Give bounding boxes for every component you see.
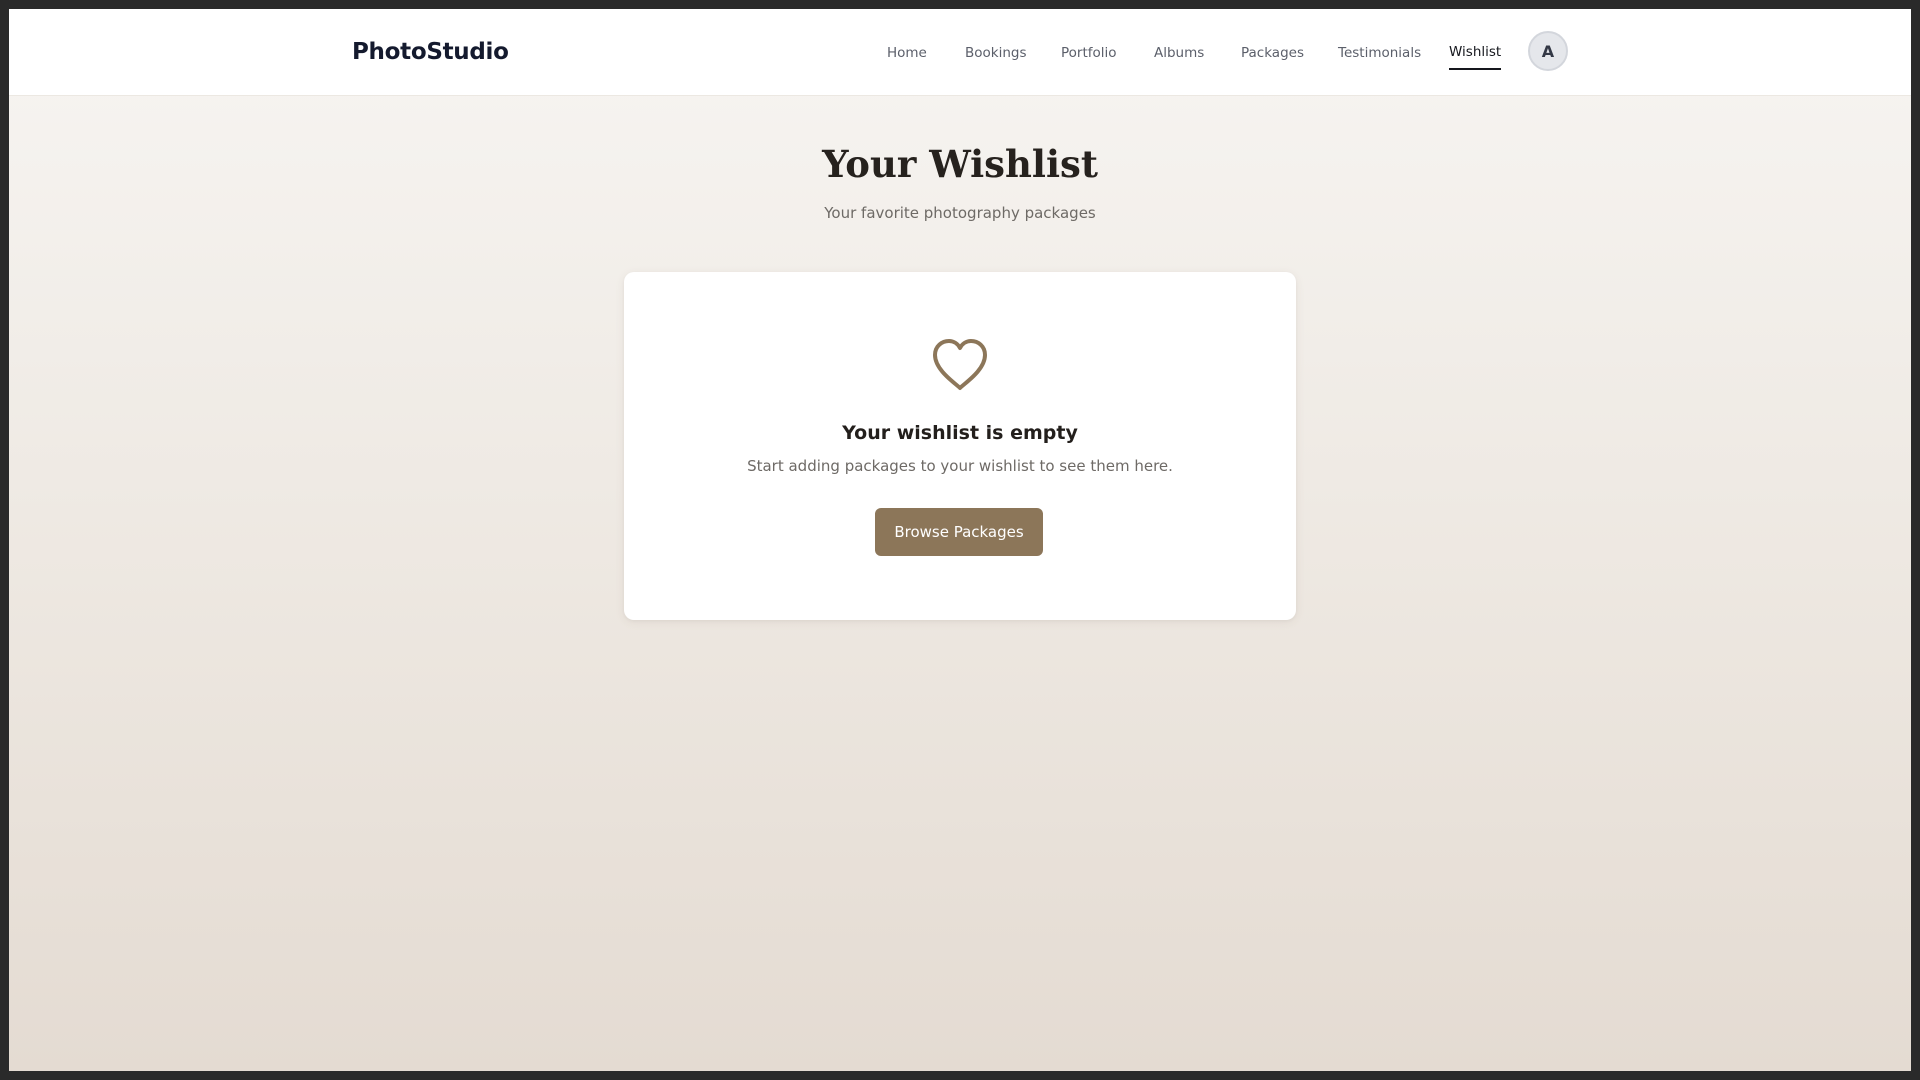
empty-state-description: Start adding packages to your wishlist t… (747, 457, 1173, 475)
browse-packages-button[interactable]: Browse Packages (875, 508, 1043, 556)
nav-albums[interactable]: Albums (1154, 45, 1204, 61)
nav-testimonials[interactable]: Testimonials (1338, 45, 1421, 61)
app-viewport: PhotoStudio Home Bookings Portfolio Albu… (9, 9, 1911, 1071)
page-subtitle: Your favorite photography packages (824, 204, 1096, 222)
empty-wishlist-card: Your wishlist is empty Start adding pack… (624, 272, 1296, 620)
main-nav: Home Bookings Portfolio Albums Packages … (9, 9, 1911, 96)
top-navbar: PhotoStudio Home Bookings Portfolio Albu… (9, 9, 1911, 96)
heart-icon (931, 337, 989, 393)
empty-state-title: Your wishlist is empty (842, 422, 1078, 444)
nav-home[interactable]: Home (887, 45, 927, 61)
user-avatar[interactable]: A (1528, 31, 1568, 71)
nav-packages[interactable]: Packages (1241, 45, 1304, 61)
nav-wishlist[interactable]: Wishlist (1449, 44, 1502, 70)
page-title: Your Wishlist (822, 142, 1098, 186)
nav-bookings[interactable]: Bookings (965, 45, 1027, 61)
nav-portfolio[interactable]: Portfolio (1061, 45, 1117, 61)
